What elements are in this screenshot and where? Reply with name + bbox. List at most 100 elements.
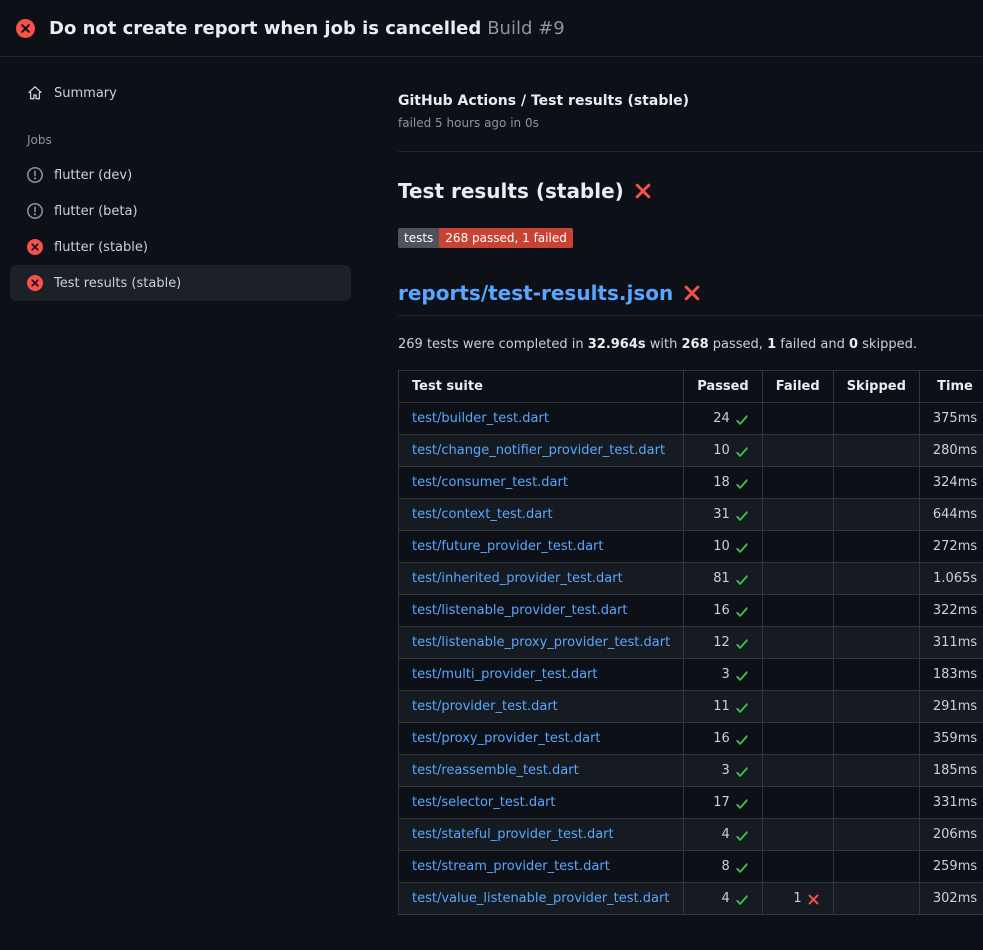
failed-cell xyxy=(762,787,833,819)
failed-cell xyxy=(762,691,833,723)
time-cell: 324ms xyxy=(919,467,983,499)
failed-cell xyxy=(762,755,833,787)
exclamation-circle-icon xyxy=(27,167,43,183)
report-file-link[interactable]: reports/test-results.json xyxy=(398,281,673,305)
failed-cell: 1 xyxy=(762,883,833,915)
failed-cell xyxy=(762,435,833,467)
suite-cell: test/inherited_provider_test.dart xyxy=(399,563,684,595)
table-row: test/stream_provider_test.dart8259ms xyxy=(399,851,983,883)
x-circle-icon xyxy=(27,275,43,291)
suite-link[interactable]: test/listenable_proxy_provider_test.dart xyxy=(412,635,670,650)
suite-link[interactable]: test/proxy_provider_test.dart xyxy=(412,731,601,746)
passed-cell: 4 xyxy=(684,883,763,915)
table-row: test/multi_provider_test.dart3183ms xyxy=(399,659,983,691)
results-table: Test suitePassedFailedSkippedTime test/b… xyxy=(398,370,983,915)
time-cell: 1.065s xyxy=(919,563,983,595)
time-cell: 322ms xyxy=(919,595,983,627)
column-header: Test suite xyxy=(399,371,684,403)
table-row: test/listenable_proxy_provider_test.dart… xyxy=(399,627,983,659)
passed-cell: 11 xyxy=(684,691,763,723)
skipped-cell xyxy=(833,659,919,691)
passed-cell: 31 xyxy=(684,499,763,531)
suite-link[interactable]: test/change_notifier_provider_test.dart xyxy=(412,443,665,458)
passed-cell: 3 xyxy=(684,755,763,787)
skipped-cell xyxy=(833,467,919,499)
suite-link[interactable]: test/listenable_provider_test.dart xyxy=(412,603,627,618)
suite-cell: test/reassemble_test.dart xyxy=(399,755,684,787)
sidebar-item-job[interactable]: flutter (beta) xyxy=(10,193,351,229)
failed-cell xyxy=(762,563,833,595)
table-row: test/change_notifier_provider_test.dart1… xyxy=(399,435,983,467)
skipped-cell xyxy=(833,627,919,659)
suite-link[interactable]: test/stateful_provider_test.dart xyxy=(412,827,614,842)
suite-link[interactable]: test/future_provider_test.dart xyxy=(412,539,603,554)
sidebar-item-label: flutter (stable) xyxy=(54,240,148,255)
suite-link[interactable]: test/stream_provider_test.dart xyxy=(412,859,610,874)
suite-link[interactable]: test/multi_provider_test.dart xyxy=(412,667,598,682)
time-cell: 280ms xyxy=(919,435,983,467)
table-row: test/listenable_provider_test.dart16322m… xyxy=(399,595,983,627)
suite-cell: test/multi_provider_test.dart xyxy=(399,659,684,691)
exclamation-circle-icon xyxy=(27,203,43,219)
sidebar-item-job[interactable]: flutter (dev) xyxy=(10,157,351,193)
suite-cell: test/change_notifier_provider_test.dart xyxy=(399,435,684,467)
results-table-body: test/builder_test.dart24375mstest/change… xyxy=(399,403,983,915)
sidebar-item-job[interactable]: Test results (stable) xyxy=(10,265,351,301)
sidebar-item-summary[interactable]: Summary xyxy=(10,75,351,111)
build-number: Build #9 xyxy=(487,18,564,39)
passed-cell: 16 xyxy=(684,723,763,755)
build-title: Do not create report when job is cancell… xyxy=(49,18,481,39)
passed-cell: 24 xyxy=(684,403,763,435)
suite-cell: test/future_provider_test.dart xyxy=(399,531,684,563)
column-header: Failed xyxy=(762,371,833,403)
table-header-row: Test suitePassedFailedSkippedTime xyxy=(399,371,983,403)
skipped-cell xyxy=(833,435,919,467)
breadcrumb: GitHub Actions / Test results (stable) xyxy=(398,93,983,109)
time-cell: 291ms xyxy=(919,691,983,723)
sidebar-item-job[interactable]: flutter (stable) xyxy=(10,229,351,265)
skipped-cell xyxy=(833,403,919,435)
sidebar: Summary Jobs flutter (dev)flutter (beta)… xyxy=(0,57,398,301)
failed-x-icon xyxy=(683,284,701,302)
suite-cell: test/stateful_provider_test.dart xyxy=(399,819,684,851)
badge-label: tests xyxy=(398,228,439,248)
suite-cell: test/listenable_proxy_provider_test.dart xyxy=(399,627,684,659)
suite-cell: test/value_listenable_provider_test.dart xyxy=(399,883,684,915)
time-cell: 359ms xyxy=(919,723,983,755)
tests-badge: tests 268 passed, 1 failed xyxy=(398,228,573,248)
failed-cell xyxy=(762,627,833,659)
passed-cell: 12 xyxy=(684,627,763,659)
passed-cell: 8 xyxy=(684,851,763,883)
table-row: test/stateful_provider_test.dart4206ms xyxy=(399,819,983,851)
suite-link[interactable]: test/selector_test.dart xyxy=(412,795,556,810)
run-status-line: failed 5 hours ago in 0s xyxy=(398,116,983,130)
suite-cell: test/consumer_test.dart xyxy=(399,467,684,499)
report-file-heading[interactable]: reports/test-results.json xyxy=(398,281,983,316)
sidebar-item-label: flutter (beta) xyxy=(54,204,138,219)
skipped-cell xyxy=(833,563,919,595)
failed-cell xyxy=(762,403,833,435)
table-row: test/selector_test.dart17331ms xyxy=(399,787,983,819)
suite-link[interactable]: test/builder_test.dart xyxy=(412,411,549,426)
suite-link[interactable]: test/value_listenable_provider_test.dart xyxy=(412,891,669,906)
suite-link[interactable]: test/context_test.dart xyxy=(412,507,553,522)
failed-cell xyxy=(762,659,833,691)
table-row: test/future_provider_test.dart10272ms xyxy=(399,531,983,563)
table-row: test/reassemble_test.dart3185ms xyxy=(399,755,983,787)
passed-cell: 18 xyxy=(684,467,763,499)
suite-link[interactable]: test/provider_test.dart xyxy=(412,699,558,714)
failed-cell xyxy=(762,467,833,499)
passed-cell: 17 xyxy=(684,787,763,819)
suite-cell: test/provider_test.dart xyxy=(399,691,684,723)
suite-link[interactable]: test/consumer_test.dart xyxy=(412,475,568,490)
suite-link[interactable]: test/inherited_provider_test.dart xyxy=(412,571,623,586)
skipped-cell xyxy=(833,723,919,755)
build-header: Do not create report when job is cancell… xyxy=(0,0,983,57)
suite-cell: test/stream_provider_test.dart xyxy=(399,851,684,883)
suite-link[interactable]: test/reassemble_test.dart xyxy=(412,763,579,778)
table-row: test/proxy_provider_test.dart 16 359ms xyxy=(399,723,983,755)
sidebar-item-label: flutter (dev) xyxy=(54,168,132,183)
section-title: Test results (stable) xyxy=(398,179,983,203)
x-circle-icon xyxy=(16,19,35,38)
table-row: test/inherited_provider_test.dart811.065… xyxy=(399,563,983,595)
